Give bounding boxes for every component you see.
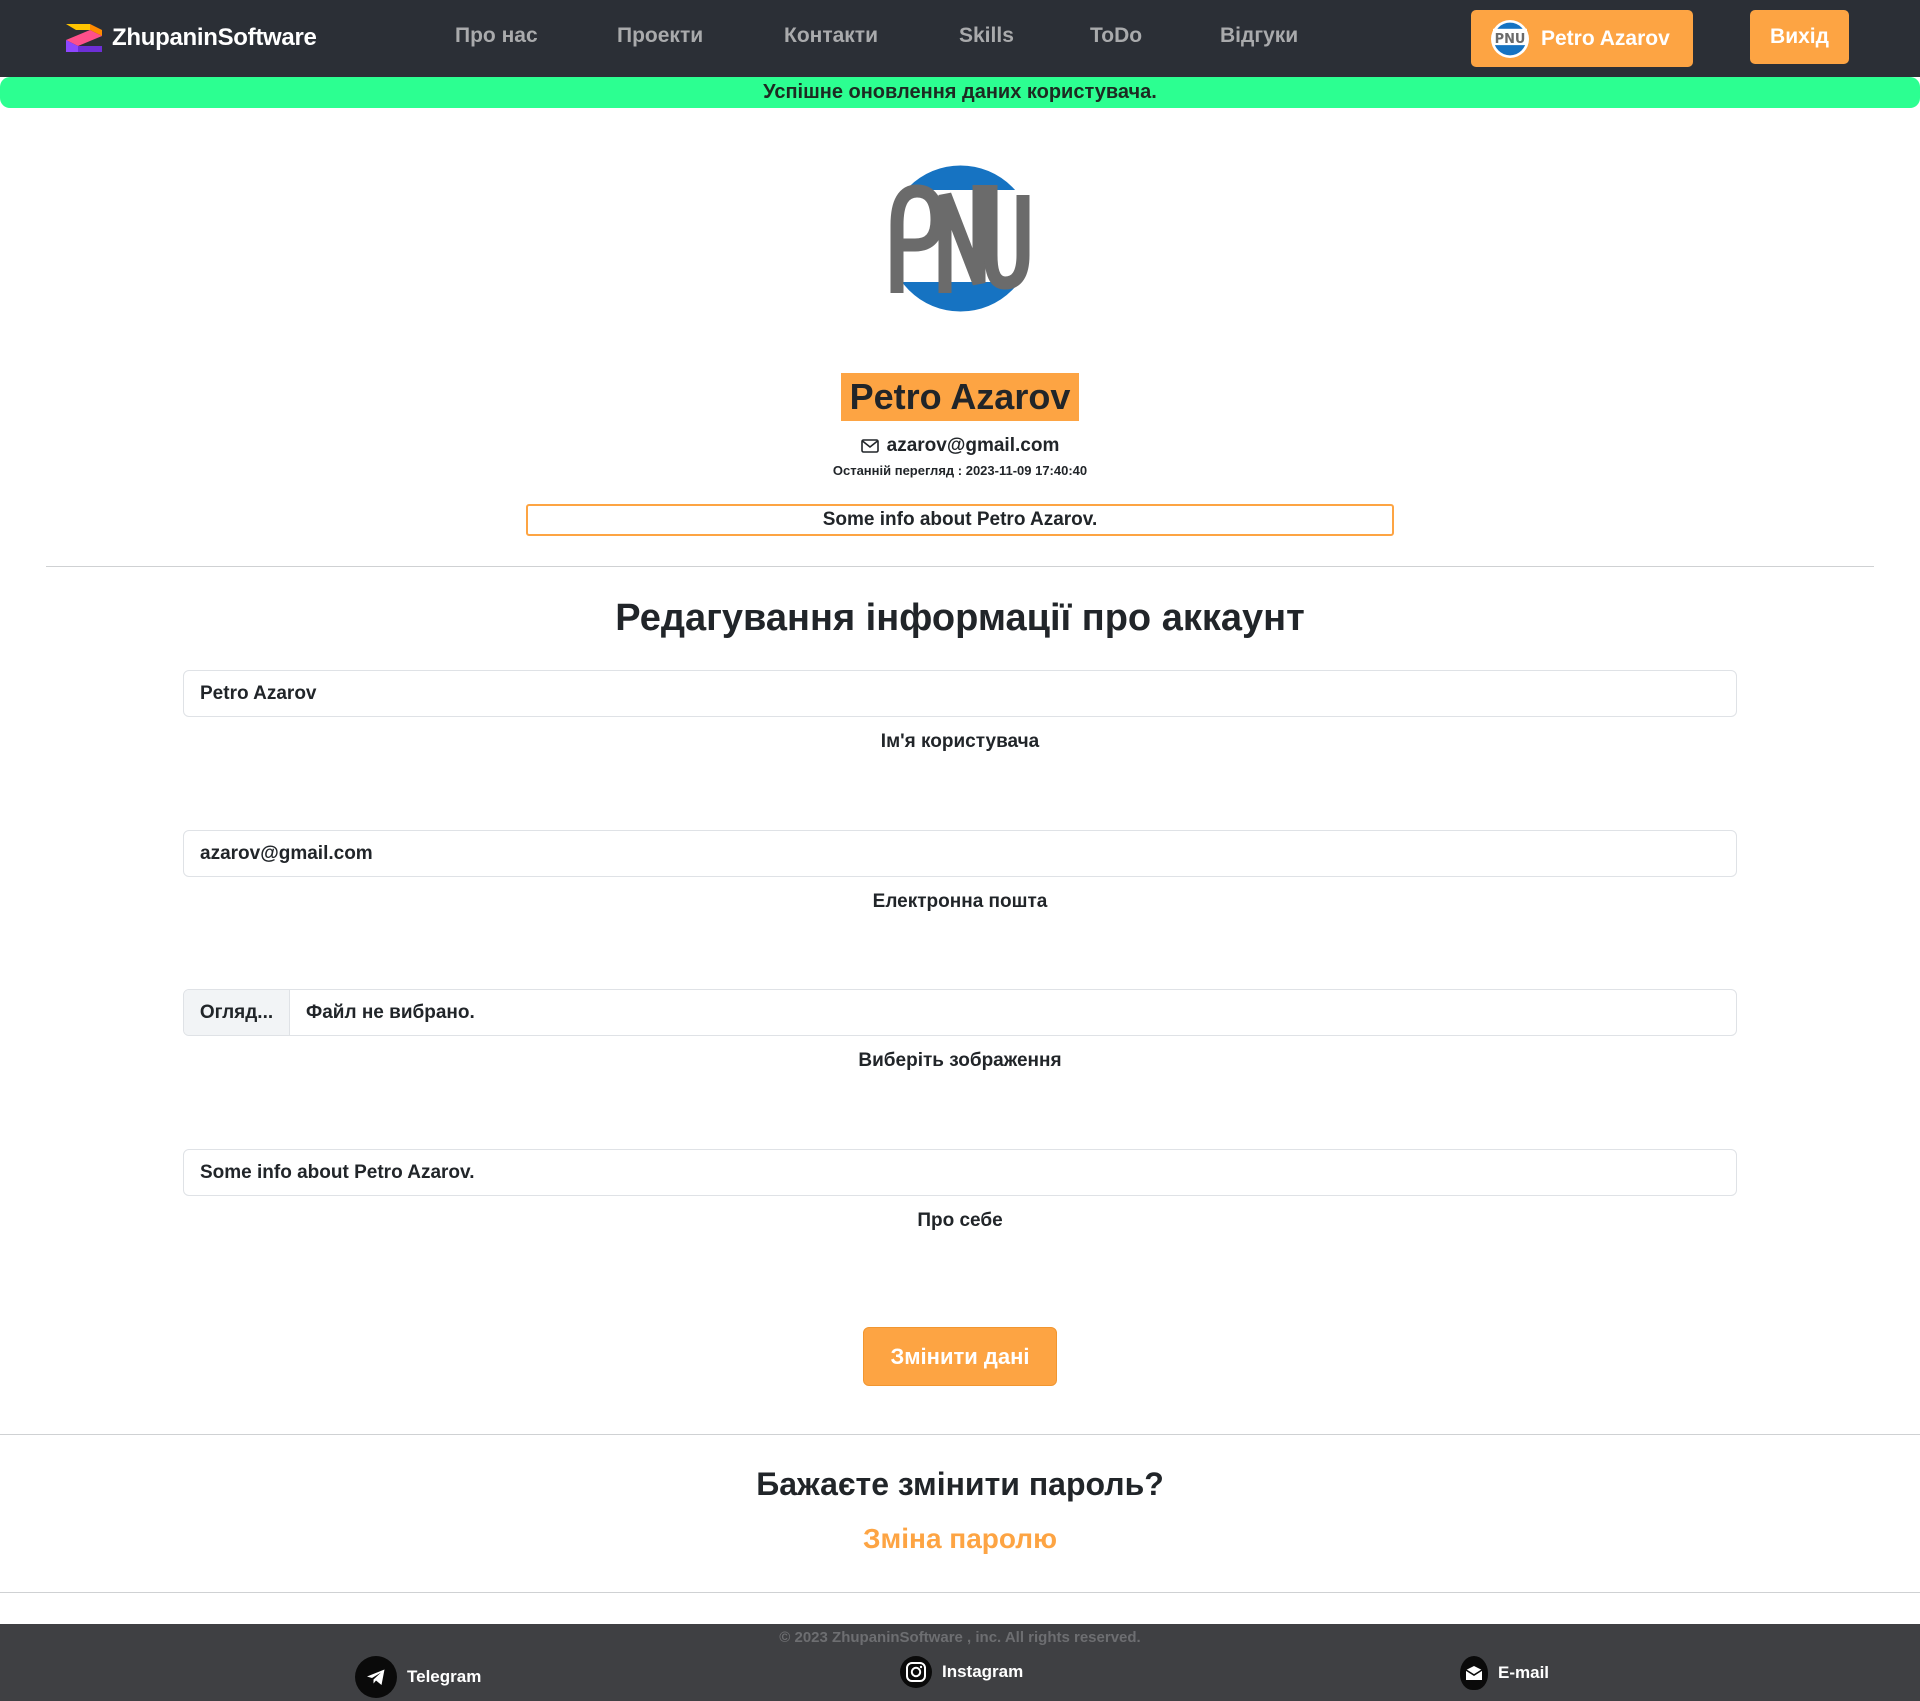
instagram-label: Instagram <box>942 1662 1024 1681</box>
nav-link-projects[interactable]: Проекти <box>617 24 703 48</box>
footer: © 2023 ZhupaninSoftware , inc. All right… <box>0 1624 1920 1701</box>
copyright: © 2023 ZhupaninSoftware , inc. All right… <box>779 1629 1141 1646</box>
telegram-link[interactable]: Telegram <box>355 1656 481 1698</box>
image-label: Виберіть зображення <box>858 1050 1062 1071</box>
telegram-icon <box>355 1656 397 1698</box>
about-input[interactable]: Some info about Petro Azarov. <box>183 1149 1737 1196</box>
about-label: Про себе <box>917 1210 1003 1231</box>
success-alert: Успішне оновлення даних користувача. <box>0 77 1920 108</box>
password-section-title: Бажаєте змінити пароль? <box>756 1466 1164 1502</box>
profile-avatar <box>887 165 1034 312</box>
telegram-label: Telegram <box>407 1667 482 1686</box>
user-name: Petro Azarov <box>1541 26 1670 50</box>
brand[interactable]: ZhupaninSoftware <box>64 20 317 56</box>
nav-link-skills[interactable]: Skills <box>959 24 1014 48</box>
username-input[interactable]: Petro Azarov <box>183 670 1737 717</box>
divider <box>0 1592 1920 1593</box>
svg-text:PNU: PNU <box>1495 32 1526 47</box>
nav-link-todo[interactable]: ToDo <box>1090 24 1142 48</box>
navbar: ZhupaninSoftware Про нас Проекти Контакт… <box>0 0 1920 77</box>
change-password-link[interactable]: Зміна паролю <box>0 1523 1920 1555</box>
file-status: Файл не вибрано. <box>306 1001 475 1023</box>
profile-email: azarov@gmail.com <box>0 435 1920 457</box>
logout-button[interactable]: Вихід <box>1750 10 1849 64</box>
brand-logo-icon <box>66 24 102 52</box>
email-input[interactable]: azarov@gmail.com <box>183 830 1737 877</box>
nav-link-reviews[interactable]: Відгуки <box>1220 24 1298 48</box>
nav-link-about[interactable]: Про нас <box>455 24 538 48</box>
email-icon <box>1460 1656 1488 1690</box>
email-link[interactable]: E-mail <box>1460 1656 1549 1690</box>
profile-name: Petro Azarov <box>841 373 1079 421</box>
brand-name: ZhupaninSoftware <box>112 24 317 51</box>
envelope-icon <box>860 439 879 453</box>
divider <box>46 566 1874 567</box>
edit-form-title: Редагування інформації про аккаунт <box>615 597 1305 639</box>
user-profile-button[interactable]: PNU Petro Azarov <box>1471 10 1693 67</box>
image-file-input[interactable]: Огляд... Файл не вибрано. <box>183 989 1737 1036</box>
instagram-link[interactable]: Instagram <box>900 1656 1023 1688</box>
profile-about: Some info about Petro Azarov. <box>526 504 1394 536</box>
instagram-icon <box>900 1656 932 1688</box>
divider <box>0 1434 1920 1435</box>
username-label: Ім'я користувача <box>880 731 1040 752</box>
profile-email-text: azarov@gmail.com <box>886 435 1060 456</box>
last-seen: Останній перегляд : 2023-11-09 17:40:40 <box>832 463 1088 478</box>
alert-text: Успішне оновлення даних користувача. <box>763 81 1157 103</box>
email-label: E-mail <box>1498 1663 1550 1682</box>
save-changes-button[interactable]: Змінити дані <box>863 1327 1057 1386</box>
browse-button[interactable]: Огляд... <box>184 990 290 1035</box>
user-avatar-icon: PNU <box>1491 19 1529 58</box>
nav-link-contacts[interactable]: Контакти <box>784 24 878 48</box>
email-label: Електронна пошта <box>872 891 1048 912</box>
